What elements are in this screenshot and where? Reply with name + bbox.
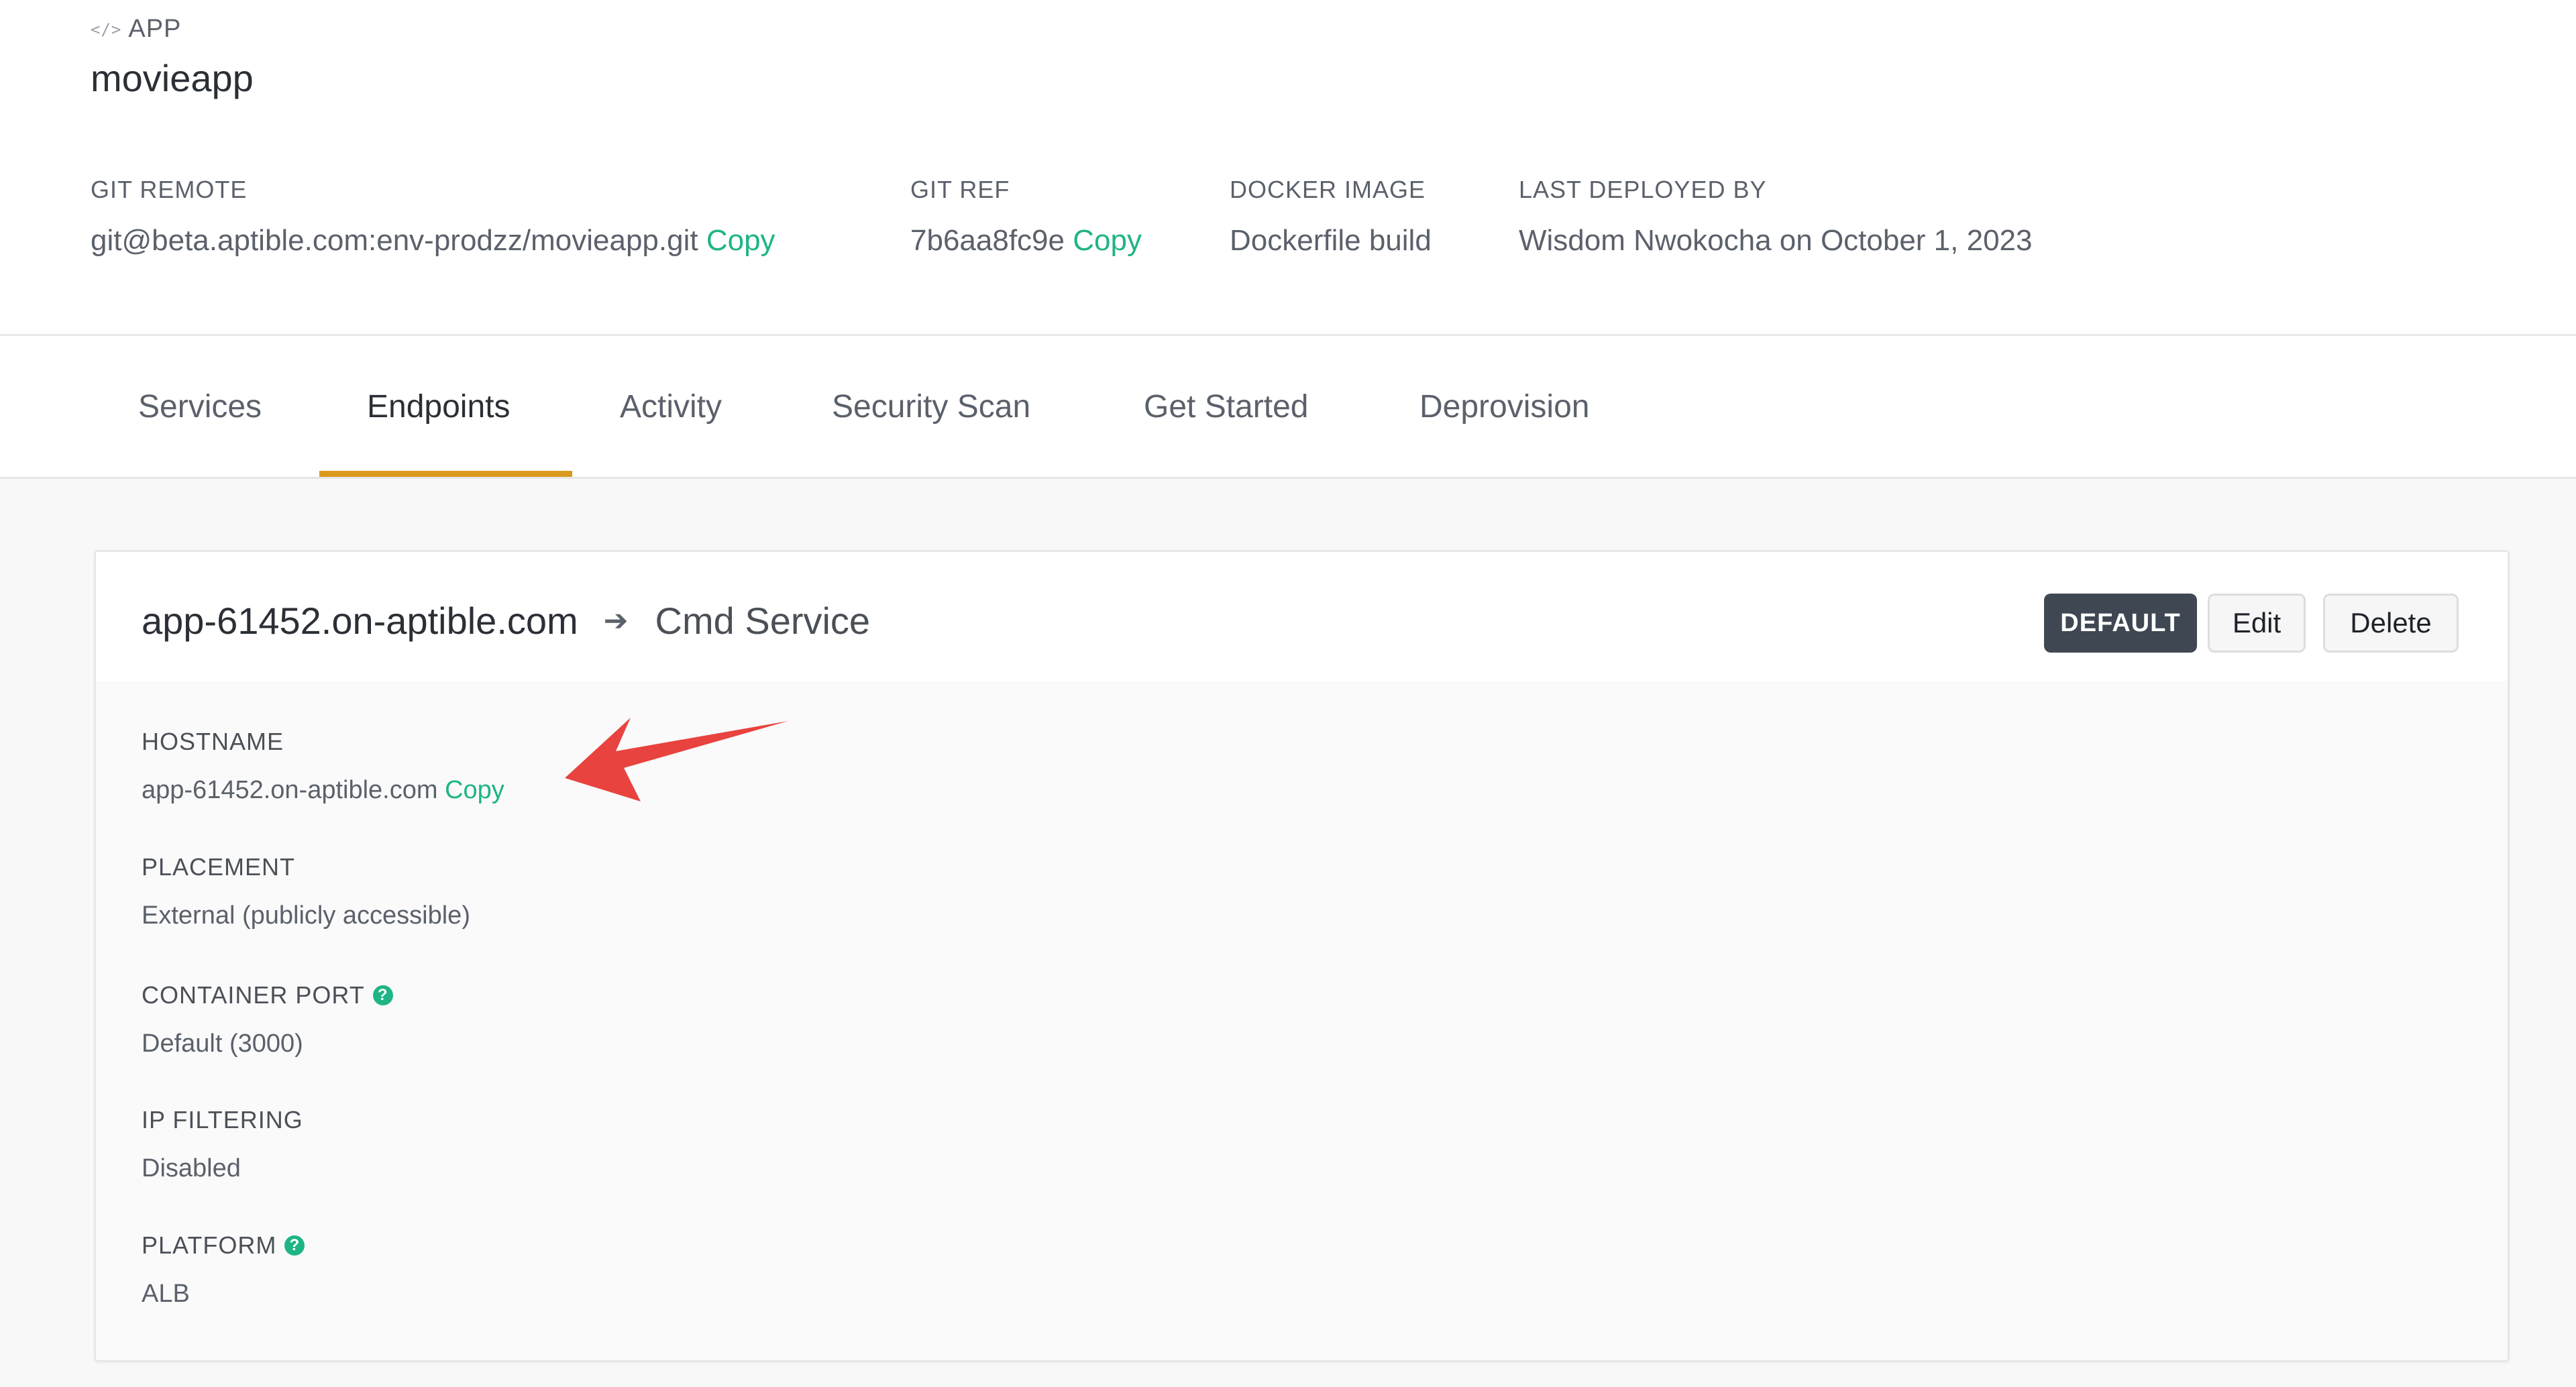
git-remote-value: git@beta.aptible.com:env-prodzz/movieapp… [91,224,698,257]
field-hostname: HOSTNAME app-61452.on-aptible.com Copy [142,728,504,805]
tab-security-scan[interactable]: Security Scan [832,336,1030,477]
meta-last-deployed: LAST DEPLOYED BY Wisdom Nwokocha on Octo… [1519,176,2033,258]
tab-get-started[interactable]: Get Started [1144,336,1308,477]
endpoint-service-name: Cmd Service [655,600,871,642]
field-platform: PLATFORM ? ALB [142,1231,305,1309]
field-ip-filtering: IP FILTERING Disabled [142,1106,303,1183]
tab-services[interactable]: Services [138,336,262,477]
code-icon: </> [91,19,122,39]
meta-git-ref: GIT REF 7b6aa8fc9e Copy [910,176,1142,258]
app-title: movieapp [91,57,254,99]
endpoint-title: app-61452.on-aptible.com ➔ Cmd Service [142,599,870,643]
field-label: HOSTNAME [142,728,284,755]
tab-endpoints[interactable]: Endpoints [367,336,511,477]
meta-label: GIT REMOTE [91,176,248,203]
copy-git-ref-link[interactable]: Copy [1073,224,1142,257]
platform-value: ALB [142,1280,190,1308]
placement-value: External (publicly accessible) [142,901,470,930]
field-label: IP FILTERING [142,1106,303,1133]
tab-deprovision[interactable]: Deprovision [1419,336,1589,477]
tab-bar: Services Endpoints Activity Security Sca… [0,336,2576,479]
last-deployed-value: Wisdom Nwokocha on October 1, 2023 [1519,224,2033,257]
help-icon[interactable]: ? [284,1235,305,1256]
meta-label: GIT REF [910,176,1010,203]
default-badge: DEFAULT [2044,594,2197,653]
active-tab-indicator [319,471,572,477]
meta-label: DOCKER IMAGE [1230,176,1426,203]
field-label: CONTAINER PORT [142,981,365,1009]
breadcrumb-label: APP [128,15,182,43]
app-header: </> APP movieapp GIT REMOTE git@beta.apt… [0,0,2576,336]
copy-git-remote-link[interactable]: Copy [706,224,775,257]
git-ref-value: 7b6aa8fc9e [910,224,1065,257]
ip-filtering-value: Disabled [142,1154,241,1182]
delete-button[interactable]: Delete [2323,594,2459,653]
meta-docker-image: DOCKER IMAGE Dockerfile build [1230,176,1432,258]
annotation-arrow-shape [565,718,788,801]
container-port-value: Default (3000) [142,1030,303,1058]
arrow-right-icon: ➔ [603,604,629,637]
endpoint-hostname-title: app-61452.on-aptible.com [142,600,578,642]
meta-label: LAST DEPLOYED BY [1519,176,1767,203]
field-label: PLATFORM [142,1231,277,1259]
edit-button[interactable]: Edit [2208,594,2306,653]
field-placement: PLACEMENT External (publicly accessible) [142,853,470,930]
field-label: PLACEMENT [142,853,296,881]
copy-hostname-link[interactable]: Copy [445,776,504,804]
annotation-arrow-icon [565,718,788,801]
hostname-value: app-61452.on-aptible.com [142,776,438,804]
tab-activity[interactable]: Activity [620,336,722,477]
meta-git-remote: GIT REMOTE git@beta.aptible.com:env-prod… [91,176,775,258]
field-container-port: CONTAINER PORT ? Default (3000) [142,981,393,1058]
help-icon[interactable]: ? [372,985,393,1005]
docker-image-value: Dockerfile build [1230,224,1432,257]
breadcrumb: </> APP [91,15,181,44]
endpoint-card: app-61452.on-aptible.com ➔ Cmd Service D… [94,550,2510,1362]
endpoint-card-header: app-61452.on-aptible.com ➔ Cmd Service D… [96,552,2508,681]
